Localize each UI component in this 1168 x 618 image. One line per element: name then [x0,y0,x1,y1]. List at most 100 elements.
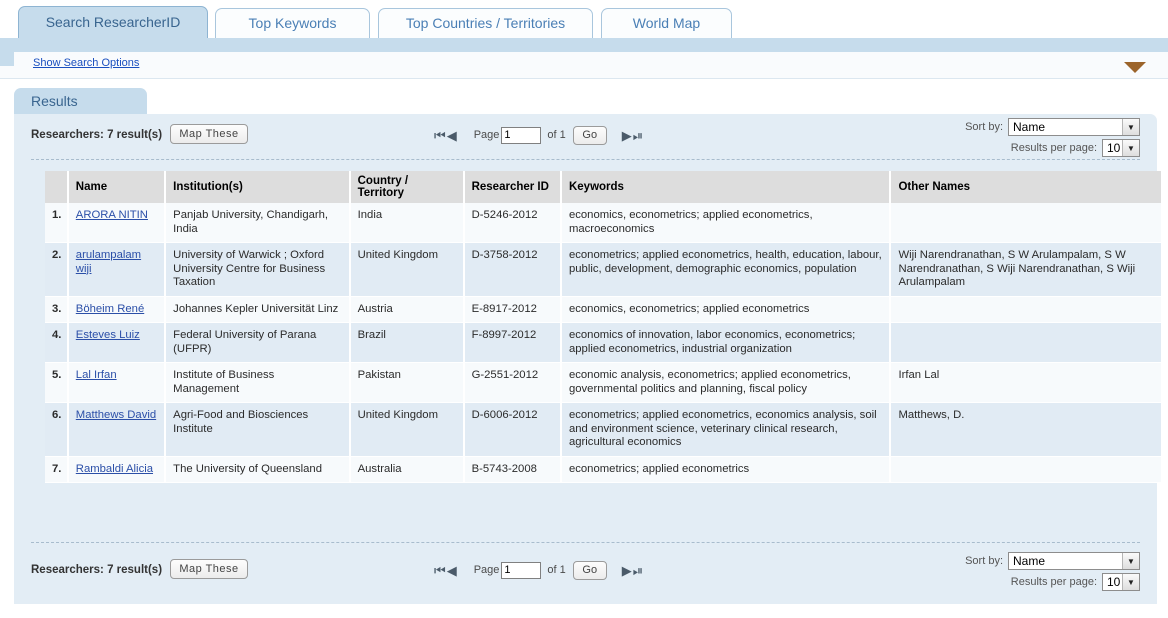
sort-controls-top: Sort by: Name ▼ Results per page: 10 ▼ [965,118,1140,160]
row-country: Austria [349,296,465,323]
row-institution: Agri-Food and Biosciences Institute [165,402,351,457]
results-per-page-value: 10 [1107,575,1121,589]
last-page-icon[interactable]: ⏯ [633,129,643,142]
row-researcher-id: D-5246-2012 [463,203,562,243]
row-other-names: Wiji Narendranathan, S W Arulampalam, S … [890,242,1163,297]
sort-by-select-bottom[interactable]: Name ▼ [1008,552,1140,570]
row-index: 3. [45,296,69,323]
tab-label: Top Keywords [248,15,337,31]
researcher-name-link[interactable]: ARORA NITIN [76,209,148,221]
go-button-top[interactable]: Go [572,125,607,145]
toolbar-divider-top [31,159,1140,160]
search-options-bar: Show Search Options [0,52,1168,79]
results-count-bottom: Researchers: 7 result(s) [31,564,163,576]
tab-top-countries-territories[interactable]: Top Countries / Territories [378,8,593,38]
first-page-icon[interactable]: ⏮ [434,129,446,142]
row-other-names: Irfan Lal [890,362,1163,403]
row-country: United Kingdom [349,402,465,457]
bar-corner-decoration [0,52,14,66]
prev-page-icon[interactable]: ◀ [447,129,457,142]
table-header-row: Name Institution(s) Country / Territory … [45,171,1163,203]
show-search-options-link[interactable]: Show Search Options [33,57,139,69]
row-name: Böheim René [67,296,167,323]
row-index: 6. [45,402,69,457]
tab-label: Top Countries / Territories [405,15,566,31]
row-keywords: econometrics; applied econometrics, heal… [560,242,892,297]
row-researcher-id: G-2551-2012 [463,362,562,403]
next-page-icon[interactable]: ▶ [622,564,632,577]
sort-by-row: Sort by: Name ▼ [965,552,1140,570]
row-keywords: econometrics; applied econometrics [560,456,892,483]
row-other-names [890,296,1163,323]
researcher-name-link[interactable]: arulampalam wiji [76,249,141,275]
tab-label: Search ResearcherID [45,14,181,30]
chevron-down-icon: ▼ [1122,140,1139,156]
row-country: United Kingdom [349,242,465,297]
row-index: 2. [45,242,69,297]
table-row: 1. ARORA NITIN Panjab University, Chandi… [45,203,1163,243]
row-institution: Institute of Business Management [165,362,351,403]
row-index: 4. [45,322,69,363]
tab-label: World Map [632,15,701,31]
row-other-names [890,203,1163,243]
tab-world-map[interactable]: World Map [601,8,732,38]
table-row: 7. Rambaldi Alicia The University of Que… [45,456,1163,483]
row-name: arulampalam wiji [67,242,167,297]
next-page-icon[interactable]: ▶ [622,129,632,142]
column-header-index [45,171,69,203]
results-table-body: 1. ARORA NITIN Panjab University, Chandi… [45,203,1163,483]
row-other-names: Matthews, D. [890,402,1163,457]
map-these-button-top[interactable]: Map These [170,124,248,144]
results-per-page-select-top[interactable]: 10 ▼ [1102,139,1140,157]
main-tab-strip: Search ResearcherID Top Keywords Top Cou… [0,0,1168,38]
triangle-down-icon[interactable] [1124,62,1146,73]
row-name: Esteves Luiz [67,322,167,363]
results-per-page-row: Results per page: 10 ▼ [965,139,1140,157]
row-other-names [890,456,1163,483]
column-header-name: Name [67,171,167,203]
row-researcher-id: E-8917-2012 [463,296,562,323]
sort-by-select-top[interactable]: Name ▼ [1008,118,1140,136]
results-per-page-select-bottom[interactable]: 10 ▼ [1102,573,1140,591]
sort-by-row: Sort by: Name ▼ [965,118,1140,136]
researcher-name-link[interactable]: Böheim René [76,303,144,315]
column-header-keywords: Keywords [560,171,892,203]
researcher-name-link[interactable]: Rambaldi Alicia [76,463,153,475]
row-index: 7. [45,456,69,483]
row-keywords: economics, econometrics; applied econome… [560,203,892,243]
table-row: 2. arulampalam wiji University of Warwic… [45,242,1163,297]
row-researcher-id: F-8997-2012 [463,322,562,363]
row-country: Australia [349,456,465,483]
page-number-input-bottom[interactable] [501,561,542,579]
last-page-icon[interactable]: ⏯ [633,564,643,577]
sort-by-value: Name [1013,120,1046,134]
results-toolbar-bottom: Researchers: 7 result(s) Map These ⏮ ◀ P… [14,540,1157,591]
prev-page-icon[interactable]: ◀ [447,564,457,577]
results-panel: Researchers: 7 result(s) Map These ⏮ ◀ P… [14,114,1163,604]
row-country: Brazil [349,322,465,363]
results-per-page-row: Results per page: 10 ▼ [965,573,1140,591]
row-other-names [890,322,1163,363]
map-these-button-bottom[interactable]: Map These [170,559,248,579]
tab-search-researcherid[interactable]: Search ResearcherID [18,6,208,38]
row-keywords: economics, econometrics; applied econome… [560,296,892,323]
researcher-name-link[interactable]: Esteves Luiz [76,329,140,341]
tab-top-keywords[interactable]: Top Keywords [215,8,370,38]
row-index: 5. [45,362,69,403]
table-row: 5. Lal Irfan Institute of Business Manag… [45,362,1163,403]
tab-results[interactable]: Results [14,88,147,114]
row-keywords: econometrics; applied econometrics, econ… [560,402,892,457]
page-number-input-top[interactable] [501,126,542,144]
results-count-top: Researchers: 7 result(s) [31,129,163,141]
chevron-down-icon: ▼ [1122,574,1139,590]
column-header-country: Country / Territory [349,171,465,203]
sort-by-label: Sort by: [965,121,1003,133]
first-page-icon[interactable]: ⏮ [434,564,446,577]
row-institution: The University of Queensland [165,456,351,483]
results-per-page-label: Results per page: [1010,142,1097,154]
column-header-researcher-id: Researcher ID [463,171,562,203]
row-institution: Panjab University, Chandigarh, India [165,203,351,243]
go-button-bottom[interactable]: Go [572,560,607,580]
researcher-name-link[interactable]: Lal Irfan [76,369,117,381]
researcher-name-link[interactable]: Matthews David [76,409,156,421]
